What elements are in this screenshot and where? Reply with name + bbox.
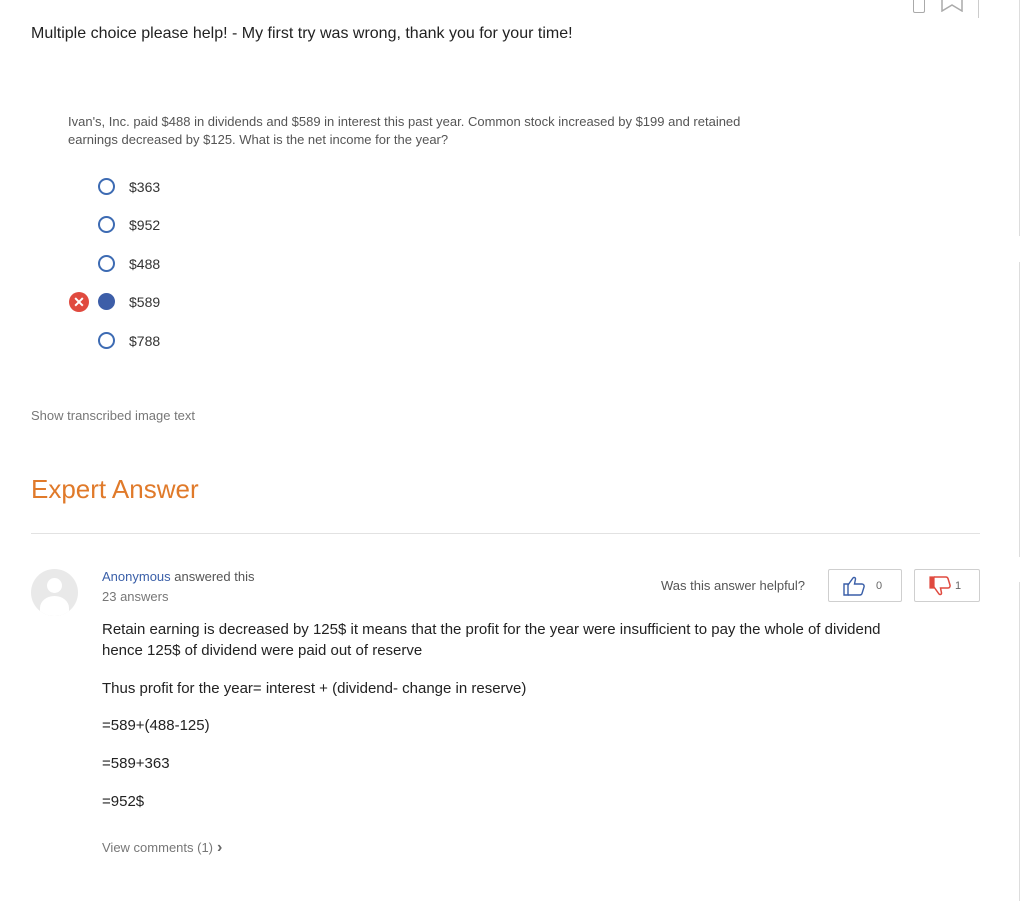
answer-paragraph: Thus profit for the year= interest + (di…: [102, 680, 527, 697]
helpful-label: Was this answer helpful?: [661, 578, 806, 593]
upvote-count: 0: [876, 580, 883, 592]
right-rail-segment: [1019, 0, 1024, 236]
option-label: $363: [129, 179, 161, 195]
answer-paragraph: =589+363: [102, 755, 170, 772]
question-title: Multiple choice please help! - My first …: [31, 25, 573, 42]
option-label: $589: [129, 294, 161, 310]
view-comments-link[interactable]: View comments (1) ›: [102, 839, 222, 857]
answerer-line: Anonymous answered this: [102, 569, 254, 584]
answered-this-text: answered this: [170, 569, 255, 584]
option-4[interactable]: $589: [98, 292, 298, 316]
option-label: $488: [129, 256, 161, 272]
option-1[interactable]: $363: [98, 177, 298, 201]
radio-button[interactable]: [98, 255, 115, 272]
thumbs-down-button[interactable]: 1: [914, 569, 980, 602]
toolbar-divider: [978, 0, 979, 18]
answer-paragraph: =589+(488-125): [102, 717, 210, 734]
question-text: Ivan's, Inc. paid $488 in dividends and …: [68, 114, 741, 147]
radio-button-selected[interactable]: [98, 293, 115, 310]
top-toolbar: [905, 0, 985, 20]
right-rail-segment: [1019, 262, 1024, 557]
show-transcribed-link[interactable]: Show transcribed image text: [31, 408, 195, 423]
answer-paragraph: =952$: [102, 793, 145, 810]
radio-button[interactable]: [98, 178, 115, 195]
chevron-right-icon: ›: [217, 839, 223, 856]
device-icon[interactable]: [913, 0, 925, 13]
answer-count: 23 answers: [102, 589, 169, 604]
answerer-name-link[interactable]: Anonymous: [102, 569, 171, 584]
option-2[interactable]: $952: [98, 215, 298, 239]
radio-button[interactable]: [98, 216, 115, 233]
avatar-body-shape: [40, 596, 69, 616]
radio-button[interactable]: [98, 332, 115, 349]
avatar-head-shape: [47, 578, 62, 593]
view-comments-label: View comments (1): [102, 840, 214, 855]
section-divider: [31, 533, 980, 534]
thumbs-up-icon: [843, 576, 865, 596]
option-label: $952: [129, 217, 161, 233]
option-label: $788: [129, 333, 161, 349]
wrong-answer-icon: ✕: [69, 292, 89, 312]
expert-answer-heading: Expert Answer: [31, 474, 199, 504]
thumbs-up-button[interactable]: 0: [828, 569, 902, 602]
right-rail-segment: [1019, 582, 1024, 901]
thumbs-down-icon: [929, 576, 951, 596]
downvote-count: 1: [955, 580, 962, 592]
bookmark-icon[interactable]: [941, 0, 963, 12]
avatar: [31, 569, 78, 616]
option-5[interactable]: $788: [98, 331, 298, 355]
answer-paragraph: Retain earning is decreased by 125$ it m…: [102, 621, 881, 659]
option-3[interactable]: $488: [98, 254, 298, 278]
